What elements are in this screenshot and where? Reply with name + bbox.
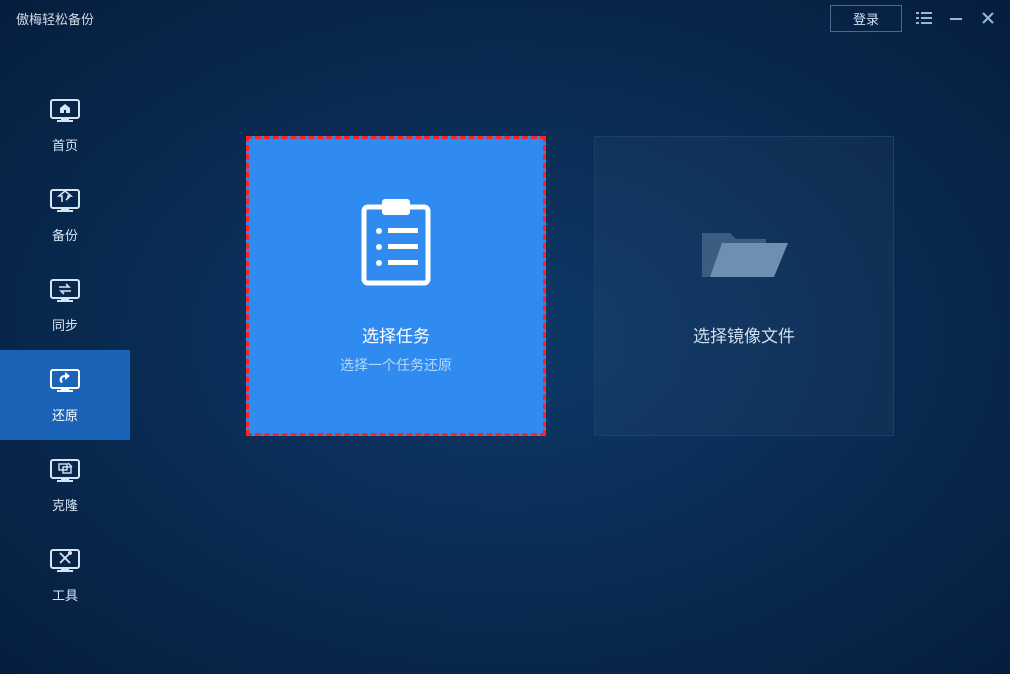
- minimize-icon[interactable]: [946, 8, 966, 28]
- sidebar-item-label: 还原: [52, 405, 78, 424]
- monitor-backup-icon: [49, 186, 81, 219]
- sidebar-item-label: 备份: [52, 225, 78, 244]
- sidebar-item-sync[interactable]: 同步: [0, 260, 130, 350]
- sidebar-item-label: 工具: [52, 585, 78, 604]
- select-task-card[interactable]: 选择任务 选择一个任务还原: [246, 136, 546, 436]
- folder-open-icon: [696, 217, 792, 294]
- titlebar-left: 傲梅轻松备份: [12, 9, 94, 28]
- app-title: 傲梅轻松备份: [16, 9, 94, 28]
- titlebar-right: 登录: [830, 5, 998, 32]
- monitor-restore-icon: [49, 366, 81, 399]
- sidebar-item-clone[interactable]: 克隆: [0, 440, 130, 530]
- monitor-tools-icon: [49, 546, 81, 579]
- task-card-subtitle: 选择一个任务还原: [340, 355, 452, 375]
- monitor-clone-icon: [49, 456, 81, 489]
- login-button[interactable]: 登录: [830, 5, 902, 32]
- monitor-sync-icon: [49, 276, 81, 309]
- sidebar-item-label: 首页: [52, 135, 78, 154]
- main-content: 选择任务 选择一个任务还原 选择镜像文件: [130, 36, 1010, 674]
- clipboard-list-icon: [356, 197, 436, 294]
- sidebar-item-backup[interactable]: 备份: [0, 170, 130, 260]
- sidebar-item-label: 同步: [52, 315, 78, 334]
- select-image-card[interactable]: 选择镜像文件: [594, 136, 894, 436]
- sidebar-item-label: 克隆: [52, 495, 78, 514]
- monitor-home-icon: [49, 96, 81, 129]
- sidebar-item-tools[interactable]: 工具: [0, 530, 130, 620]
- titlebar: 傲梅轻松备份 登录: [0, 0, 1010, 36]
- menu-list-icon[interactable]: [914, 8, 934, 28]
- sidebar-item-restore[interactable]: 还原: [0, 350, 130, 440]
- task-card-title: 选择任务: [362, 322, 430, 347]
- sidebar-item-home[interactable]: 首页: [0, 80, 130, 170]
- close-icon[interactable]: [978, 8, 998, 28]
- image-card-title: 选择镜像文件: [693, 322, 795, 347]
- sidebar: 首页 备份 同步: [0, 36, 130, 674]
